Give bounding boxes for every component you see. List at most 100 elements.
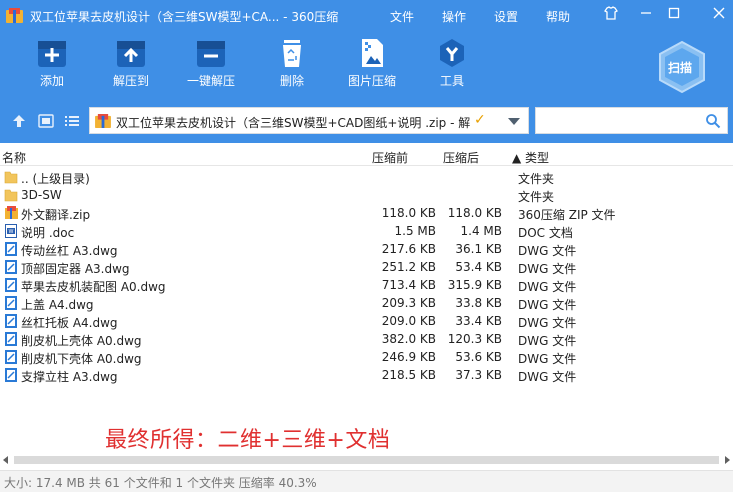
search-input[interactable] xyxy=(535,107,728,134)
scrollbar-thumb[interactable] xyxy=(14,456,719,464)
zip-icon xyxy=(4,205,18,221)
file-row[interactable]: 传动丝杠 A3.dwg 217.6 KB 36.1 KB DWG 文件 xyxy=(0,240,733,258)
file-type: 文件夹 xyxy=(518,190,555,204)
file-packed-size: 33.4 KB xyxy=(455,314,502,328)
scan-label[interactable]: 扫描 xyxy=(668,59,692,76)
file-packed-size: 37.3 KB xyxy=(455,368,502,382)
search-icon[interactable] xyxy=(705,113,721,129)
file-name: 外文翻译.zip xyxy=(21,208,91,222)
add-icon xyxy=(38,41,66,67)
column-type[interactable]: ▲ 类型 xyxy=(512,149,549,166)
file-size: 713.4 KB xyxy=(381,278,436,292)
up-arrow-icon[interactable] xyxy=(11,113,27,129)
folder-icon xyxy=(4,187,18,203)
file-name: 苹果去皮机装配图 A0.dwg xyxy=(21,280,166,294)
file-row[interactable]: 支撑立柱 A3.dwg 218.5 KB 37.3 KB DWG 文件 xyxy=(0,366,733,384)
add-button[interactable]: 添加 xyxy=(18,38,86,98)
file-name: 丝杠托板 A4.dwg xyxy=(21,316,118,330)
file-size: 382.0 KB xyxy=(381,332,436,346)
column-name[interactable]: 名称 xyxy=(2,149,26,166)
tools-icon xyxy=(440,39,464,67)
path-field[interactable]: 双工位苹果去皮机设计（含三维SW模型+CAD图纸+说明 .zip - 解 ✓ xyxy=(89,107,529,134)
doc-icon: W xyxy=(4,223,18,239)
dwg-icon xyxy=(4,313,18,329)
menu-settings[interactable]: 设置 xyxy=(494,8,518,25)
file-row[interactable]: 削皮机上壳体 A0.dwg 382.0 KB 120.3 KB DWG 文件 xyxy=(0,330,733,348)
delete-button[interactable]: 删除 xyxy=(258,38,326,98)
file-row[interactable]: .. (上级目录) 文件夹 xyxy=(0,168,733,186)
dwg-icon xyxy=(4,349,18,365)
image-compress-icon xyxy=(362,39,383,67)
file-row[interactable]: 顶部固定器 A3.dwg 251.2 KB 53.4 KB DWG 文件 xyxy=(0,258,733,276)
file-name: 说明 .doc xyxy=(21,226,75,240)
one-click-extract-label: 一键解压 xyxy=(186,74,235,88)
file-size: 218.5 KB xyxy=(381,368,436,382)
dwg-icon xyxy=(4,277,18,293)
file-row[interactable]: 削皮机下壳体 A0.dwg 246.9 KB 53.6 KB DWG 文件 xyxy=(0,348,733,366)
file-size: 118.0 KB xyxy=(381,206,436,220)
close-icon[interactable] xyxy=(709,6,729,26)
file-size: 209.0 KB xyxy=(381,314,436,328)
file-name: .. (上级目录) xyxy=(21,172,90,186)
title-bar: 双工位苹果去皮机设计（含三维SW模型+CA... - 360压缩 文件 操作 设… xyxy=(0,0,733,32)
tools-button[interactable]: 工具 xyxy=(418,38,486,98)
menu-help[interactable]: 帮助 xyxy=(546,8,570,25)
extract-to-icon xyxy=(117,41,145,67)
extract-to-button[interactable]: 解压到 xyxy=(97,38,165,98)
list-view-icon[interactable] xyxy=(64,113,80,129)
maximize-icon[interactable] xyxy=(664,6,684,26)
file-packed-size: 120.3 KB xyxy=(447,332,502,346)
scroll-right-icon[interactable] xyxy=(725,456,730,464)
thumbnail-view-icon[interactable] xyxy=(38,113,54,129)
menu-operation[interactable]: 操作 xyxy=(442,8,466,25)
file-row[interactable]: 苹果去皮机装配图 A0.dwg 713.4 KB 315.9 KB DWG 文件 xyxy=(0,276,733,294)
file-type: DWG 文件 xyxy=(518,298,577,312)
delete-label: 删除 xyxy=(279,74,304,88)
dwg-icon xyxy=(4,295,18,311)
file-list-header: 名称 压缩前 压缩后 ▲ 类型 xyxy=(0,146,733,166)
file-packed-size: 33.8 KB xyxy=(455,296,502,310)
delete-icon xyxy=(283,40,301,67)
file-type: DWG 文件 xyxy=(518,352,577,366)
scroll-left-icon[interactable] xyxy=(3,456,8,464)
path-dropdown-icon[interactable] xyxy=(508,118,520,125)
file-type: 360压缩 ZIP 文件 xyxy=(518,208,616,222)
file-type: DWG 文件 xyxy=(518,316,577,330)
file-packed-size: 1.4 MB xyxy=(460,224,502,238)
svg-text:W: W xyxy=(9,229,14,235)
app-logo-icon xyxy=(6,8,23,23)
one-click-extract-icon xyxy=(197,41,225,67)
dwg-icon xyxy=(4,241,18,257)
top-bar: 双工位苹果去皮机设计（含三维SW模型+CA... - 360压缩 文件 操作 设… xyxy=(0,0,733,143)
file-type: DOC 文档 xyxy=(518,226,573,240)
image-compress-label: 图片压缩 xyxy=(347,74,396,88)
file-row[interactable]: W 说明 .doc 1.5 MB 1.4 MB DOC 文档 xyxy=(0,222,733,240)
archive-window: 双工位苹果去皮机设计（含三维SW模型+CA... - 360压缩 文件 操作 设… xyxy=(0,0,733,492)
path-text: 双工位苹果去皮机设计（含三维SW模型+CAD图纸+说明 .zip - 解 xyxy=(116,116,471,130)
horizontal-scrollbar[interactable] xyxy=(0,453,733,467)
dwg-icon xyxy=(4,259,18,275)
file-size: 251.2 KB xyxy=(381,260,436,274)
file-name: 顶部固定器 A3.dwg xyxy=(21,262,130,276)
tools-label: 工具 xyxy=(439,74,464,88)
menu-file[interactable]: 文件 xyxy=(390,8,414,25)
file-row[interactable]: 3D-SW 文件夹 xyxy=(0,186,733,204)
file-name: 3D-SW xyxy=(21,188,62,202)
file-row[interactable]: 外文翻译.zip 118.0 KB 118.0 KB 360压缩 ZIP 文件 xyxy=(0,204,733,222)
status-text: 大小: 17.4 MB 共 61 个文件和 1 个文件夹 压缩率 40.3% xyxy=(4,476,317,490)
dwg-icon xyxy=(4,367,18,383)
image-compress-button[interactable]: 图片压缩 xyxy=(338,38,406,98)
column-size[interactable]: 压缩前 xyxy=(372,149,408,166)
add-label: 添加 xyxy=(39,74,64,88)
zip-archive-icon xyxy=(95,114,111,128)
file-size: 1.5 MB xyxy=(394,224,436,238)
one-click-extract-button[interactable]: 一键解压 xyxy=(177,38,245,98)
file-name: 支撑立柱 A3.dwg xyxy=(21,370,118,384)
column-packed[interactable]: 压缩后 xyxy=(443,149,479,166)
file-packed-size: 36.1 KB xyxy=(455,242,502,256)
file-row[interactable]: 上盖 A4.dwg 209.3 KB 33.8 KB DWG 文件 xyxy=(0,294,733,312)
file-size: 246.9 KB xyxy=(381,350,436,364)
file-row[interactable]: 丝杠托板 A4.dwg 209.0 KB 33.4 KB DWG 文件 xyxy=(0,312,733,330)
skin-icon[interactable] xyxy=(601,6,621,26)
minimize-icon[interactable] xyxy=(636,6,656,26)
